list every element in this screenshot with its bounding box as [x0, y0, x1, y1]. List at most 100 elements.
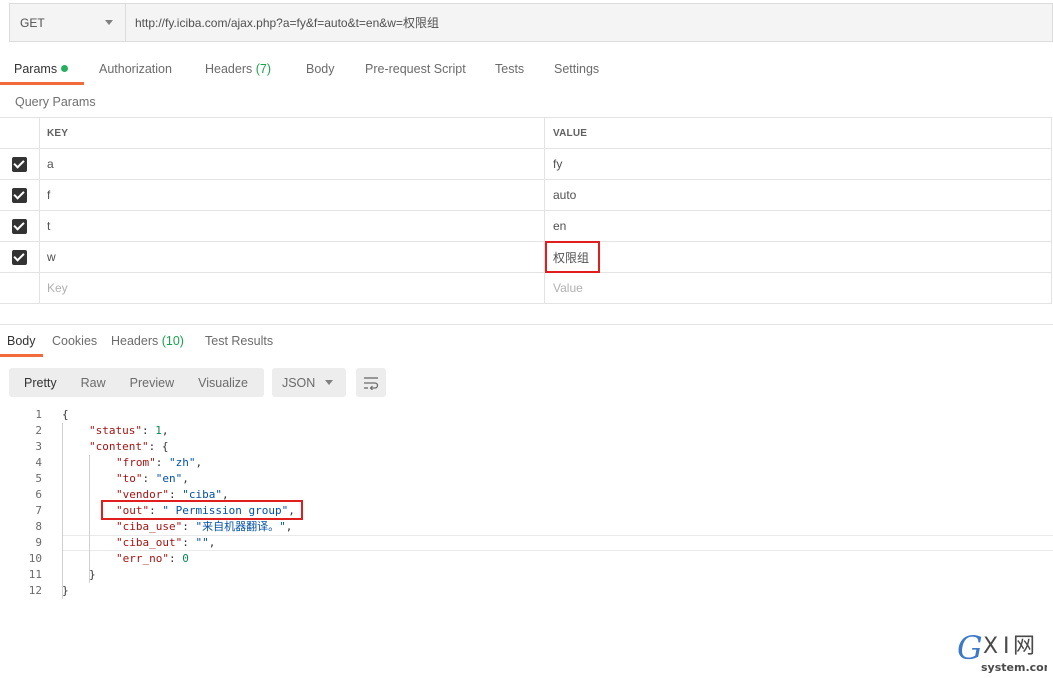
tab-label: Headers	[205, 62, 253, 76]
code-line: 10 "err_no": 0	[0, 551, 1053, 567]
code-line: 11}	[0, 567, 1053, 583]
table-row: a fy	[0, 149, 1052, 180]
header-check-cell	[0, 118, 40, 148]
tab-headers[interactable]: Headers (7)	[205, 62, 271, 76]
tab-label: Body	[306, 62, 335, 76]
param-value[interactable]: auto	[545, 180, 1052, 210]
code-line: 5 "to": "en",	[0, 471, 1053, 487]
code-line: 3 "content": {	[0, 439, 1053, 455]
chevron-down-icon	[105, 20, 113, 25]
params-table: KEY VALUE a fy f auto t en w 权限组 Key Val…	[0, 117, 1052, 304]
section-divider	[0, 324, 1053, 325]
tab-test-results[interactable]: Test Results	[205, 334, 273, 348]
svg-text:system.com: system.com	[981, 661, 1047, 674]
view-mode-preview[interactable]: Preview	[118, 376, 186, 390]
tab-settings[interactable]: Settings	[554, 62, 599, 76]
tab-label: Pre-request Script	[365, 62, 466, 76]
line-number: 2	[35, 424, 42, 437]
url-input[interactable]: http://fy.iciba.com/ajax.php?a=fy&f=auto…	[126, 4, 1052, 41]
table-row: w 权限组	[0, 242, 1052, 273]
empty-check-cell	[0, 273, 40, 303]
format-select[interactable]: JSON	[271, 368, 346, 397]
code-text: "status": 1,	[89, 424, 169, 437]
param-checkbox[interactable]	[12, 249, 27, 265]
tab-count: (10)	[161, 334, 184, 348]
view-mode-visualize[interactable]: Visualize	[186, 376, 264, 390]
format-label: JSON	[281, 375, 316, 390]
active-tab-indicator	[0, 82, 84, 85]
tab-label: Params	[14, 62, 58, 76]
svg-text:I: I	[1003, 634, 1010, 659]
new-key-input[interactable]: Key	[40, 273, 545, 303]
param-key[interactable]: a	[40, 149, 545, 179]
view-mode-group: Pretty Raw Preview Visualize	[9, 368, 264, 397]
column-value: VALUE	[545, 118, 1052, 148]
param-key[interactable]: w	[40, 242, 545, 272]
wrap-lines-button[interactable]	[355, 368, 386, 397]
code-line: 1{	[0, 407, 1053, 423]
code-line: 2 "status": 1,	[0, 423, 1053, 439]
response-toolbar: Pretty Raw Preview Visualize JSON	[9, 368, 386, 397]
line-number: 3	[35, 440, 42, 453]
line-number: 6	[35, 488, 42, 501]
code-text: "ciba_use": "来自机器翻译。",	[116, 520, 293, 533]
highlight-box	[101, 500, 303, 520]
code-text: }	[89, 568, 96, 581]
line-number: 1	[35, 408, 42, 421]
param-key[interactable]: t	[40, 211, 545, 241]
tab-pre-request-script[interactable]: Pre-request Script	[365, 62, 466, 76]
param-value[interactable]: fy	[545, 149, 1052, 179]
code-text: "err_no": 0	[116, 552, 189, 565]
tab-label: Body	[7, 334, 36, 348]
site-watermark-logo: G X I 网 system.com	[957, 629, 1047, 674]
tab-authorization[interactable]: Authorization	[99, 62, 172, 76]
line-number: 12	[28, 584, 42, 597]
table-header: KEY VALUE	[0, 118, 1052, 149]
code-text: "ciba_out": "",	[116, 536, 216, 549]
tab-label: Tests	[495, 62, 525, 76]
tab-response-body[interactable]: Body	[7, 334, 36, 348]
table-row: t en	[0, 211, 1052, 242]
request-bar: GET http://fy.iciba.com/ajax.php?a=fy&f=…	[9, 3, 1053, 42]
highlight-box	[545, 241, 600, 273]
query-params-title: Query Params	[15, 95, 96, 109]
line-number: 9	[35, 536, 42, 549]
wrap-lines-icon	[363, 376, 379, 390]
tab-count: (7)	[255, 62, 272, 76]
tab-cookies[interactable]: Cookies	[52, 334, 97, 348]
code-line: 4 "from": "zh",	[0, 455, 1053, 471]
tab-params[interactable]: Params	[14, 62, 69, 76]
tab-body[interactable]: Body	[306, 62, 335, 76]
view-mode-pretty[interactable]: Pretty	[9, 376, 69, 390]
code-text: }	[62, 584, 69, 597]
param-value[interactable]: 权限组	[545, 242, 1052, 272]
method-label: GET	[20, 15, 45, 30]
tab-response-headers[interactable]: Headers (10)	[111, 334, 184, 348]
tab-tests[interactable]: Tests	[495, 62, 524, 76]
param-checkbox[interactable]	[12, 156, 27, 172]
active-dot-icon	[61, 65, 69, 72]
line-number: 8	[35, 520, 42, 533]
param-checkbox[interactable]	[12, 218, 27, 234]
tab-label: Authorization	[99, 62, 172, 76]
column-key: KEY	[40, 118, 545, 148]
table-row-new: Key Value	[0, 273, 1052, 304]
chevron-down-icon	[324, 380, 333, 385]
tab-label: Cookies	[52, 334, 98, 348]
code-line: 8 "ciba_use": "来自机器翻译。",	[0, 519, 1053, 535]
code-text: "content": {	[89, 440, 169, 453]
tab-label: Headers	[111, 334, 159, 348]
svg-text:网: 网	[1013, 634, 1035, 659]
view-mode-raw[interactable]: Raw	[69, 376, 118, 390]
tab-label: Test Results	[205, 334, 274, 348]
new-value-input[interactable]: Value	[545, 273, 1052, 303]
line-number: 5	[35, 472, 42, 485]
code-text: "to": "en",	[116, 472, 189, 485]
method-select[interactable]: GET	[10, 4, 126, 41]
param-checkbox[interactable]	[12, 187, 27, 203]
param-key[interactable]: f	[40, 180, 545, 210]
line-number: 7	[35, 504, 42, 517]
code-text: {	[62, 408, 69, 421]
table-row: f auto	[0, 180, 1052, 211]
param-value[interactable]: en	[545, 211, 1052, 241]
